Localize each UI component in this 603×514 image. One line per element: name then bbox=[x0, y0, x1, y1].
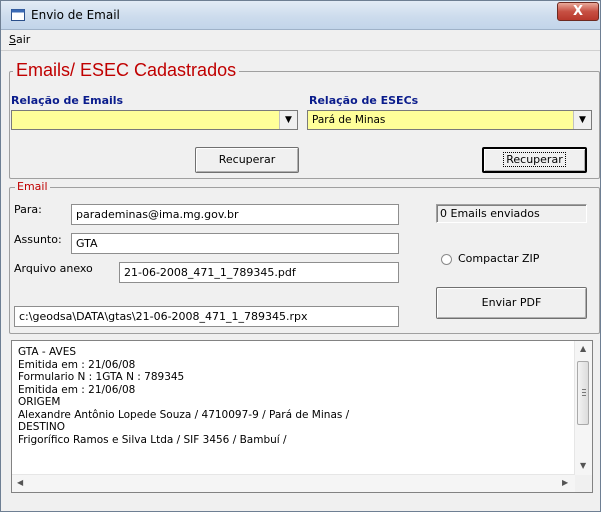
vertical-scroll-thumb[interactable] bbox=[577, 361, 589, 425]
memo-line: Emitida em : 21/06/08 bbox=[18, 383, 136, 396]
scroll-right-arrow-icon[interactable]: ▶ bbox=[562, 478, 568, 487]
para-label: Para: bbox=[14, 203, 42, 216]
title-bar[interactable]: Envio de Email X bbox=[1, 1, 600, 30]
enviar-pdf-label: Enviar PDF bbox=[481, 296, 542, 309]
memo-line: Alexandre Antônio Lopede Souza / 4710097… bbox=[18, 408, 350, 421]
recuperar-emails-label: Recuperar bbox=[218, 153, 276, 166]
emails-list-label: Relação de Emails bbox=[11, 94, 124, 107]
horizontal-scrollbar[interactable]: ◀ ▶ bbox=[12, 474, 575, 492]
menu-sair-mnemonic: S bbox=[9, 33, 16, 46]
window-title: Envio de Email bbox=[31, 8, 120, 22]
para-field[interactable]: parademinas@ima.mg.gov.br bbox=[71, 204, 399, 225]
grip-line bbox=[582, 389, 586, 390]
arquivo-anexo-label: Arquivo anexo bbox=[14, 262, 93, 275]
esecs-combo-value: Pará de Minas bbox=[312, 114, 386, 126]
chevron-down-icon[interactable]: ▼ bbox=[279, 111, 297, 129]
app-window-icon bbox=[11, 9, 25, 21]
chevron-down-icon[interactable]: ▼ bbox=[573, 111, 591, 129]
menu-bar: Sair bbox=[1, 30, 600, 51]
vertical-scrollbar[interactable]: ▲ ▼ bbox=[574, 341, 592, 475]
memo-line: Emitida em : 21/06/08 bbox=[18, 358, 136, 371]
grip-line bbox=[582, 392, 586, 393]
grip-line bbox=[582, 395, 586, 396]
file-path-field[interactable]: c:\geodsa\DATA\gtas\21-06-2008_471_1_789… bbox=[14, 306, 399, 327]
esecs-combo[interactable]: Pará de Minas ▼ bbox=[307, 110, 592, 130]
menu-sair-rest: air bbox=[15, 33, 31, 46]
memo-line: Formulario N : 1GTA N : 789345 bbox=[18, 371, 185, 383]
memo-line: GTA - AVES bbox=[18, 346, 77, 358]
assunto-label: Assunto: bbox=[14, 233, 62, 246]
arquivo-anexo-field[interactable]: 21-06-2008_471_1_789345.pdf bbox=[119, 262, 399, 283]
close-button[interactable]: X bbox=[557, 2, 599, 21]
cadastrados-group-title: Emails/ ESEC Cadastrados bbox=[13, 60, 240, 81]
enviar-pdf-button[interactable]: Enviar PDF bbox=[436, 287, 587, 319]
recuperar-esecs-label: Recuperar bbox=[503, 152, 566, 167]
gta-details-lines: GTA - AVES Emitida em : 21/06/08 Formula… bbox=[18, 346, 349, 446]
emails-sent-counter: 0 Emails enviados bbox=[436, 204, 587, 223]
scroll-up-arrow-icon[interactable]: ▲ bbox=[580, 344, 586, 353]
envio-email-window: Envio de Email X Sair Emails/ ESEC Cadas… bbox=[0, 0, 601, 512]
scrollbar-corner bbox=[575, 475, 592, 492]
gta-details-textarea[interactable]: GTA - AVES Emitida em : 21/06/08 Formula… bbox=[11, 340, 593, 493]
email-group-title: Email bbox=[15, 180, 50, 193]
memo-line: Frigorífico Ramos e Silva Ltda / SIF 345… bbox=[18, 433, 287, 446]
scroll-down-arrow-icon[interactable]: ▼ bbox=[580, 461, 586, 470]
compactar-zip-radio[interactable] bbox=[441, 254, 452, 265]
compactar-zip-label[interactable]: Compactar ZIP bbox=[458, 252, 539, 265]
emails-combo[interactable]: ▼ bbox=[11, 110, 298, 130]
scroll-left-arrow-icon[interactable]: ◀ bbox=[17, 478, 23, 487]
memo-line: ORIGEM bbox=[18, 396, 61, 408]
assunto-field[interactable]: GTA bbox=[71, 233, 399, 254]
esecs-list-label: Relação de ESECs bbox=[309, 94, 419, 107]
recuperar-emails-button[interactable]: Recuperar bbox=[195, 147, 299, 173]
recuperar-esecs-button[interactable]: Recuperar bbox=[482, 147, 587, 173]
menu-item-sair[interactable]: Sair bbox=[9, 33, 30, 46]
memo-line: DESTINO bbox=[18, 421, 66, 433]
